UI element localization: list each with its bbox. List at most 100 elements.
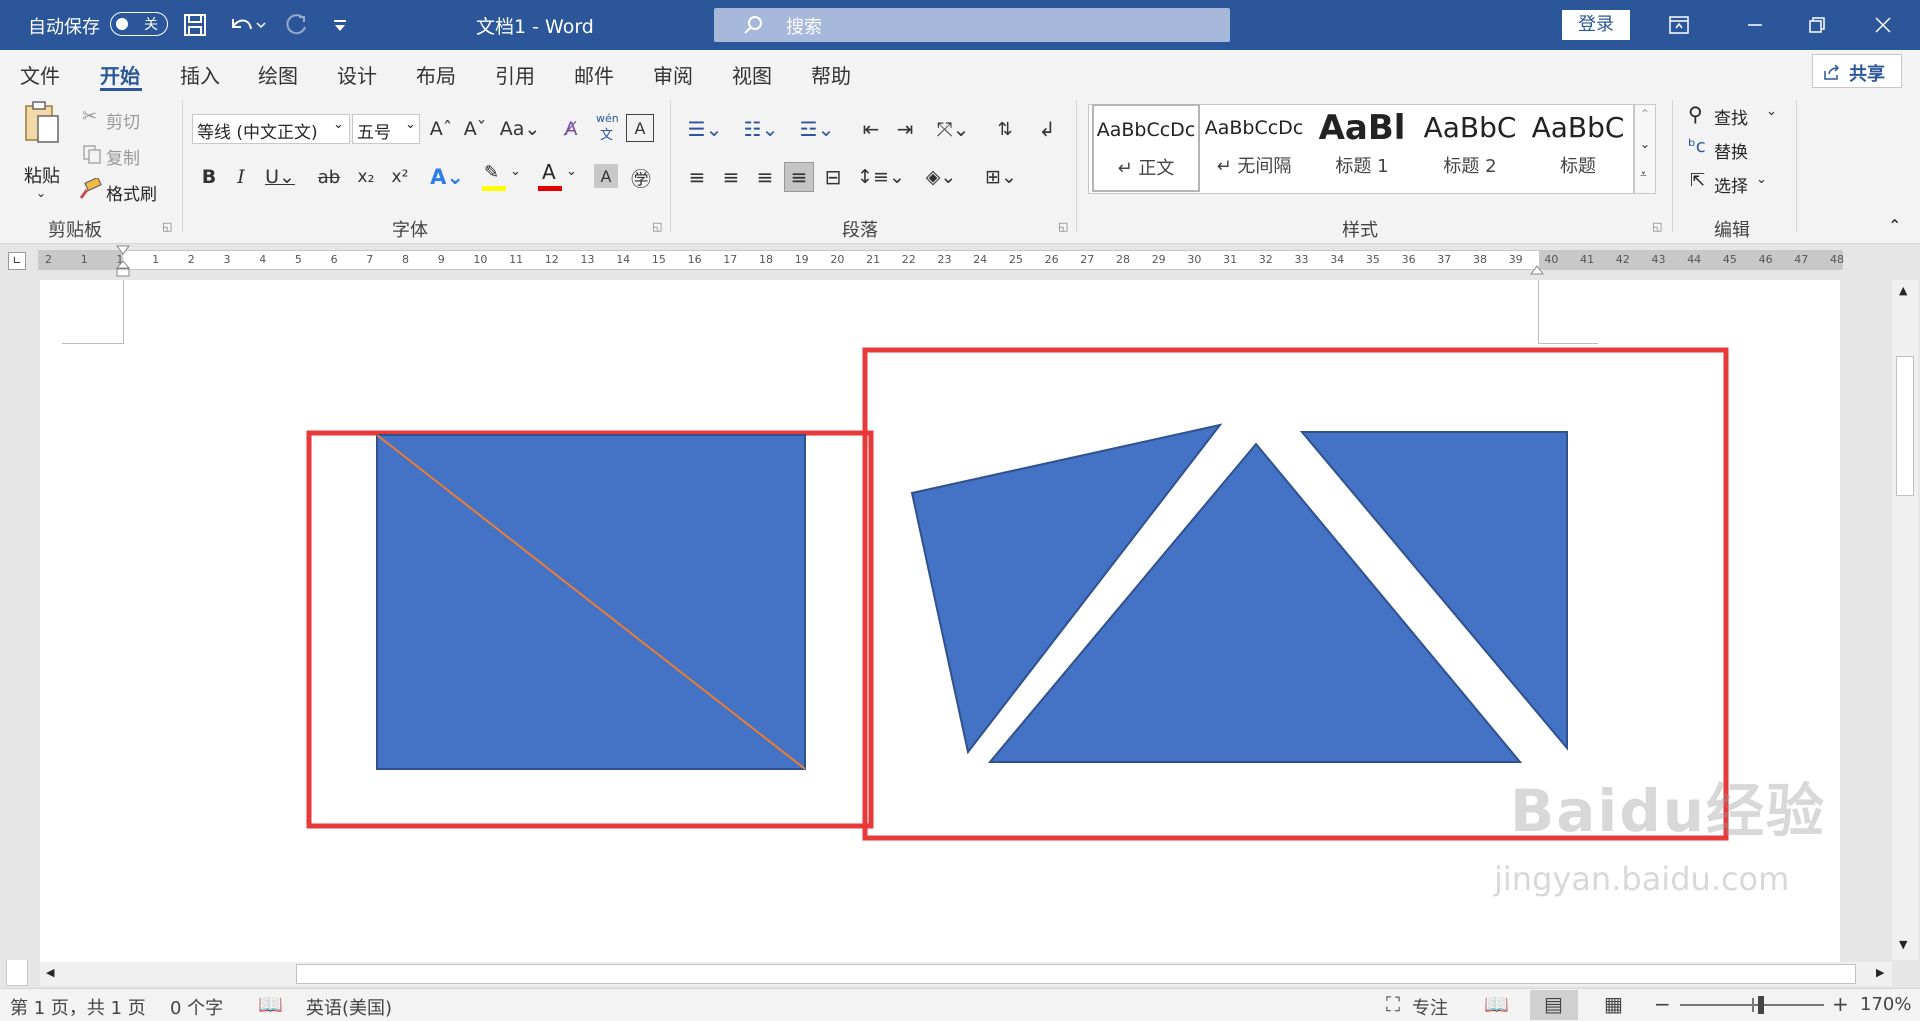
- minimize-icon[interactable]: [1738, 10, 1772, 40]
- close-icon[interactable]: [1866, 10, 1900, 40]
- superscript-icon[interactable]: x²: [386, 162, 414, 192]
- tab-selector-icon[interactable]: ∟: [8, 252, 26, 270]
- signin-button[interactable]: 登录: [1562, 10, 1630, 40]
- undo-icon[interactable]: [225, 10, 269, 40]
- change-case-icon[interactable]: Aa⌄: [498, 114, 542, 144]
- tab-review[interactable]: 审阅: [653, 60, 693, 89]
- bullets-icon[interactable]: ☰⌄: [682, 114, 728, 144]
- tab-insert[interactable]: 插入: [180, 60, 220, 89]
- clear-formatting-icon[interactable]: A̸: [556, 114, 586, 144]
- select-button[interactable]: ⇱ 选择 ⌄: [1688, 170, 1788, 198]
- scrollbar-thumb[interactable]: [1896, 356, 1914, 496]
- style-normal[interactable]: AaBbCcDc ↵ 正文: [1092, 104, 1200, 192]
- style-no-spacing[interactable]: AaBbCcDc ↵ 无间隔: [1200, 104, 1308, 192]
- print-layout-button[interactable]: ▤: [1530, 990, 1578, 1020]
- zoom-in-icon[interactable]: +: [1832, 992, 1849, 1016]
- strikethrough-icon[interactable]: ab: [314, 162, 344, 192]
- tab-design[interactable]: 设计: [337, 60, 377, 89]
- italic-icon[interactable]: I: [228, 162, 254, 192]
- tab-draw[interactable]: 绘图: [258, 60, 298, 89]
- scrollbar-thumb[interactable]: [296, 964, 1856, 984]
- multilevel-list-icon[interactable]: ☲⌄: [794, 114, 840, 144]
- align-left-icon[interactable]: ≡: [682, 162, 712, 192]
- font-launcher-icon[interactable]: ◱: [652, 220, 662, 233]
- find-button[interactable]: ⚲ 查找 ⌄: [1688, 102, 1788, 130]
- ribbon-display-options-icon[interactable]: [1662, 10, 1696, 40]
- tab-home[interactable]: 开始: [100, 60, 140, 89]
- page-count[interactable]: 第 1 页，共 1 页: [10, 994, 146, 1020]
- replace-button[interactable]: ᵇc 替换: [1688, 136, 1788, 164]
- style-title[interactable]: AaBbC 标题: [1524, 104, 1632, 192]
- justify-icon[interactable]: ≡: [784, 162, 814, 192]
- indent-markers-icon[interactable]: [115, 244, 131, 278]
- grow-font-icon[interactable]: Aˆ: [426, 114, 456, 144]
- tab-layout[interactable]: 布局: [416, 60, 456, 89]
- scroll-down-arrow-icon[interactable]: ▼: [1899, 938, 1907, 951]
- shading-icon[interactable]: ◈⌄: [918, 162, 964, 192]
- zoom-slider[interactable]: [1680, 996, 1824, 1014]
- style-heading-1[interactable]: AaBl 标题 1: [1308, 104, 1416, 192]
- copy-button[interactable]: 复制: [80, 142, 170, 169]
- share-button[interactable]: 共享: [1812, 54, 1902, 88]
- subscript-icon[interactable]: x₂: [352, 162, 380, 192]
- horizontal-scrollbar[interactable]: ◀ ▶: [40, 962, 1892, 986]
- phonetic-guide-icon[interactable]: wén 文: [592, 112, 622, 144]
- document-page[interactable]: Baidu经验 jingyan.baidu.com: [40, 280, 1840, 962]
- chinese-layout-icon[interactable]: ⤧⌄: [930, 114, 976, 144]
- redo-icon[interactable]: [282, 10, 312, 40]
- proofing-icon[interactable]: 📖: [258, 992, 283, 1016]
- shrink-font-icon[interactable]: Aˇ: [460, 114, 490, 144]
- cut-button[interactable]: ✂ 剪切: [80, 106, 170, 133]
- enclose-characters-icon[interactable]: ㊫: [626, 162, 656, 192]
- zoom-level[interactable]: 170%: [1860, 994, 1911, 1015]
- bold-icon[interactable]: B: [196, 162, 222, 192]
- customize-qat-icon[interactable]: [328, 14, 352, 38]
- borders-icon[interactable]: ⊞⌄: [978, 162, 1024, 192]
- numbering-icon[interactable]: ☷⌄: [738, 114, 784, 144]
- more-styles-icon[interactable]: ⩡: [1640, 167, 1647, 182]
- tab-mailings[interactable]: 邮件: [574, 60, 614, 89]
- character-shading-icon[interactable]: A: [594, 164, 618, 188]
- restore-icon[interactable]: [1800, 10, 1834, 40]
- scroll-right-arrow-icon[interactable]: ▶: [1876, 966, 1884, 979]
- save-icon[interactable]: [180, 10, 210, 40]
- sort-icon[interactable]: ⇅: [990, 114, 1020, 144]
- font-size-dropdown[interactable]: 五号 ⌄: [352, 114, 420, 144]
- collapse-ribbon-icon[interactable]: ⌃: [1888, 216, 1901, 235]
- highlight-color-icon[interactable]: ✎ ⌄: [480, 162, 526, 192]
- scroll-down-icon[interactable]: ⌄: [1640, 137, 1650, 151]
- vertical-scrollbar[interactable]: ▲ ▼: [1892, 280, 1918, 960]
- tab-references[interactable]: 引用: [495, 60, 535, 89]
- zoom-slider-thumb[interactable]: [1758, 996, 1764, 1014]
- scroll-up-icon[interactable]: ⌃: [1640, 107, 1650, 121]
- tab-help[interactable]: 帮助: [811, 60, 851, 89]
- font-name-dropdown[interactable]: 等线 (中文正文) ⌄: [192, 114, 350, 144]
- web-layout-icon[interactable]: ▦: [1604, 992, 1623, 1016]
- line-spacing-icon[interactable]: ↕≡⌄: [857, 162, 905, 192]
- read-mode-icon[interactable]: 📖: [1484, 992, 1509, 1016]
- font-color-icon[interactable]: A ⌄: [536, 160, 582, 192]
- character-border-icon[interactable]: A: [626, 114, 654, 142]
- scroll-left-arrow-icon[interactable]: ◀: [46, 966, 54, 979]
- tab-file[interactable]: 文件: [20, 60, 60, 89]
- paste-button[interactable]: 粘贴 ⌄: [14, 100, 70, 208]
- search-box[interactable]: 搜索: [714, 8, 1230, 42]
- styles-launcher-icon[interactable]: ◱: [1652, 220, 1662, 233]
- align-right-icon[interactable]: ≡: [750, 162, 780, 192]
- format-painter-button[interactable]: 格式刷: [78, 178, 178, 205]
- text-effects-icon[interactable]: A⌄: [424, 162, 470, 192]
- underline-icon[interactable]: U⌄: [260, 162, 300, 192]
- distributed-icon[interactable]: ⊟: [818, 162, 848, 192]
- style-heading-2[interactable]: AaBbC 标题 2: [1416, 104, 1524, 192]
- paragraph-launcher-icon[interactable]: ◱: [1058, 220, 1068, 233]
- right-indent-marker-icon[interactable]: [1529, 262, 1545, 276]
- show-formatting-marks-icon[interactable]: ↲: [1032, 114, 1062, 144]
- language-status[interactable]: 英语(美国): [306, 994, 392, 1020]
- tab-view[interactable]: 视图: [732, 60, 772, 89]
- focus-mode-button[interactable]: 专注: [1412, 994, 1448, 1020]
- scroll-up-arrow-icon[interactable]: ▲: [1899, 284, 1907, 297]
- clipboard-launcher-icon[interactable]: ◱: [162, 220, 172, 233]
- increase-indent-icon[interactable]: ⇥: [890, 114, 920, 144]
- autosave-toggle[interactable]: 关: [110, 12, 168, 36]
- word-count[interactable]: 0 个字: [170, 994, 223, 1020]
